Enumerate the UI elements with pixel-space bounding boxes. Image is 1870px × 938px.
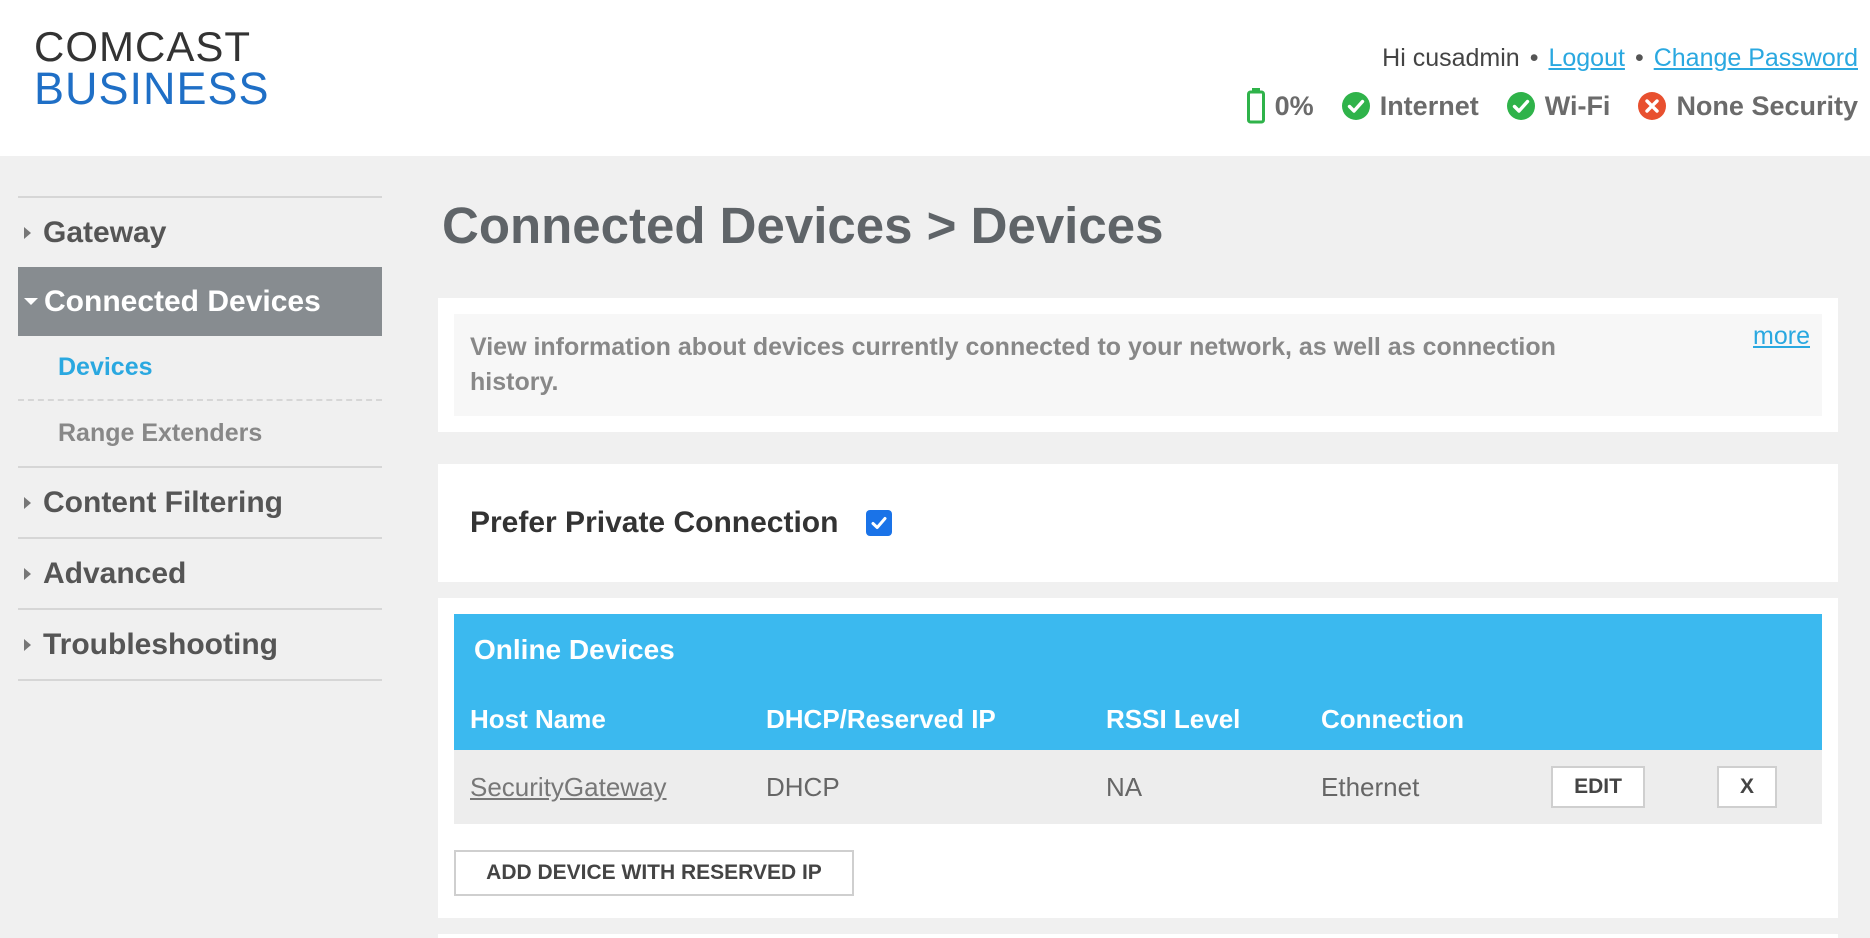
logo-line-1: COMCAST (34, 23, 251, 70)
caret-right-icon (24, 567, 31, 580)
ip-type-cell: DHCP (766, 772, 840, 802)
caret-down-icon (24, 298, 38, 305)
sidebar-divider (18, 679, 382, 681)
battery-label: 0% (1274, 90, 1314, 121)
status-bar: 0% Internet Wi-Fi None Security (1246, 88, 1858, 124)
sidebar-item-content-filtering[interactable]: Content Filtering (18, 466, 382, 537)
prefer-private-checkbox[interactable] (866, 510, 893, 536)
table-row: SecurityGateway DHCP NA Ethernet EDIT X (454, 750, 1822, 824)
next-panel-edge (438, 934, 1838, 938)
sidebar-item-label: Connected Devices (44, 284, 321, 318)
sidebar-item-label: Content Filtering (43, 485, 283, 519)
online-devices-panel: Online Devices Host Name DHCP/Reserved I… (438, 598, 1838, 918)
wifi-status: Wi-Fi (1506, 90, 1611, 122)
sidebar-subitem-devices[interactable]: Devices (18, 336, 382, 401)
sidebar-item-connected-devices[interactable]: Connected Devices (18, 267, 382, 336)
wifi-label: Wi-Fi (1544, 90, 1611, 121)
caret-right-icon (24, 496, 31, 509)
page-header: COMCAST BUSINESS Hi cusadmin • Logout • Chan… (0, 0, 1870, 156)
column-header-host-name: Host Name (470, 704, 606, 734)
edit-button[interactable]: EDIT (1551, 766, 1645, 808)
caret-right-icon (24, 638, 31, 651)
security-label: None Security (1676, 90, 1858, 121)
online-devices-title: Online Devices (474, 634, 675, 665)
info-panel-inner: View information about devices currently… (454, 314, 1822, 416)
caret-right-icon (24, 226, 31, 239)
more-link[interactable]: more (1753, 322, 1810, 351)
column-header-connection: Connection (1321, 704, 1464, 734)
sidebar-item-label: Advanced (43, 556, 187, 590)
check-circle-icon (1506, 92, 1535, 120)
page-title: Connected Devices > Devices (442, 197, 1164, 254)
security-status: None Security (1638, 91, 1858, 122)
separator-dot: • (1529, 44, 1539, 72)
internet-status: Internet (1341, 90, 1479, 122)
connection-cell: Ethernet (1321, 772, 1420, 802)
sidebar-item-label: Troubleshooting (43, 627, 278, 661)
comcast-business-logo: COMCAST BUSINESS (34, 23, 270, 114)
prefer-private-label: Prefer Private Connection (470, 506, 839, 539)
change-password-link[interactable]: Change Password (1654, 44, 1858, 72)
sidebar-item-label: Gateway (43, 215, 167, 249)
logo-line-2: BUSINESS (34, 63, 270, 114)
online-devices-header: Online Devices Host Name DHCP/Reserved I… (454, 614, 1822, 750)
sidebar-item-troubleshooting[interactable]: Troubleshooting (18, 608, 382, 679)
rssi-cell: NA (1106, 772, 1143, 802)
host-name-link[interactable]: SecurityGateway (470, 772, 667, 803)
column-header-ip-type: DHCP/Reserved IP (766, 704, 996, 734)
check-circle-icon (1341, 92, 1370, 120)
sidebar-subitem-range-extenders[interactable]: Range Extenders (18, 401, 382, 466)
logout-link[interactable]: Logout (1548, 44, 1624, 72)
greeting-text: Hi cusadmin (1382, 44, 1520, 72)
sidebar-item-gateway[interactable]: Gateway (18, 196, 382, 267)
checkmark-icon (871, 517, 887, 529)
error-circle-icon (1638, 92, 1667, 120)
user-bar: Hi cusadmin • Logout • Change Password (1382, 44, 1858, 73)
sidebar-item-advanced[interactable]: Advanced (18, 537, 382, 608)
info-panel: View information about devices currently… (438, 298, 1838, 432)
add-reserved-ip-button[interactable]: ADD DEVICE WITH RESERVED IP (454, 850, 854, 896)
battery-status: 0% (1246, 88, 1314, 124)
sidebar-nav: Gateway Connected Devices Devices Range … (18, 196, 382, 681)
internet-label: Internet (1379, 90, 1479, 121)
info-description: View information about devices currently… (470, 333, 1556, 396)
prefer-private-panel: Prefer Private Connection (438, 464, 1838, 582)
separator-dot: • (1634, 44, 1644, 72)
delete-button[interactable]: X (1717, 766, 1777, 808)
battery-icon (1246, 88, 1265, 124)
column-header-rssi: RSSI Level (1106, 704, 1241, 734)
